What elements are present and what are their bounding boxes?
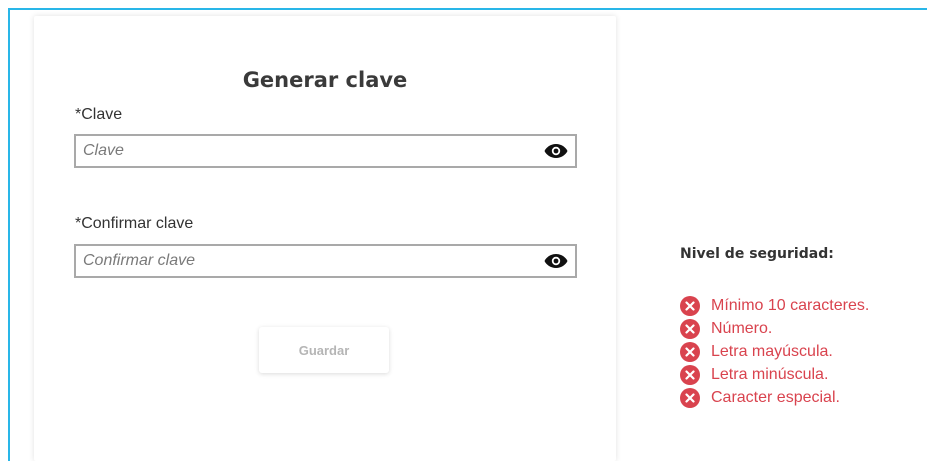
requirements-list: Mínimo 10 caracteres. Número. Letra mayúsc… xyxy=(680,295,920,410)
x-circle-icon xyxy=(680,318,700,339)
password-label: *Clave xyxy=(75,106,123,123)
x-circle-icon xyxy=(680,364,700,385)
security-level-panel: Nivel de seguridad: Mínimo 10 caracteres… xyxy=(680,246,869,408)
x-circle-icon xyxy=(680,387,700,408)
password-field-wrapper xyxy=(74,134,577,168)
x-circle-icon xyxy=(680,295,700,316)
requirement-item: Letra minúscula. xyxy=(680,364,920,385)
requirement-item: Letra mayúscula. xyxy=(680,341,920,362)
requirement-text: Número. xyxy=(711,319,773,337)
requirement-item: Mínimo 10 caracteres. xyxy=(680,295,920,316)
save-button[interactable]: Guardar xyxy=(259,327,389,373)
requirement-text: Letra minúscula. xyxy=(711,365,829,383)
confirm-password-input[interactable] xyxy=(76,246,541,276)
page-title: Generar clave xyxy=(242,68,408,92)
security-level-title: Nivel de seguridad: xyxy=(680,246,834,262)
generate-password-card: Generar clave *Clave *Confirmar clave Gu… xyxy=(34,16,616,461)
requirement-text: Mínimo 10 caracteres. xyxy=(711,296,870,314)
requirement-item: Caracter especial. xyxy=(680,387,920,408)
eye-icon[interactable] xyxy=(541,246,571,276)
confirm-password-field-wrapper xyxy=(74,244,577,278)
requirement-item: Número. xyxy=(680,318,920,339)
x-circle-icon xyxy=(680,341,700,362)
password-input[interactable] xyxy=(76,136,541,166)
confirm-password-label: *Confirmar clave xyxy=(75,215,194,232)
requirement-text: Letra mayúscula. xyxy=(711,342,833,360)
requirement-text: Caracter especial. xyxy=(711,388,840,406)
eye-icon[interactable] xyxy=(541,136,571,166)
